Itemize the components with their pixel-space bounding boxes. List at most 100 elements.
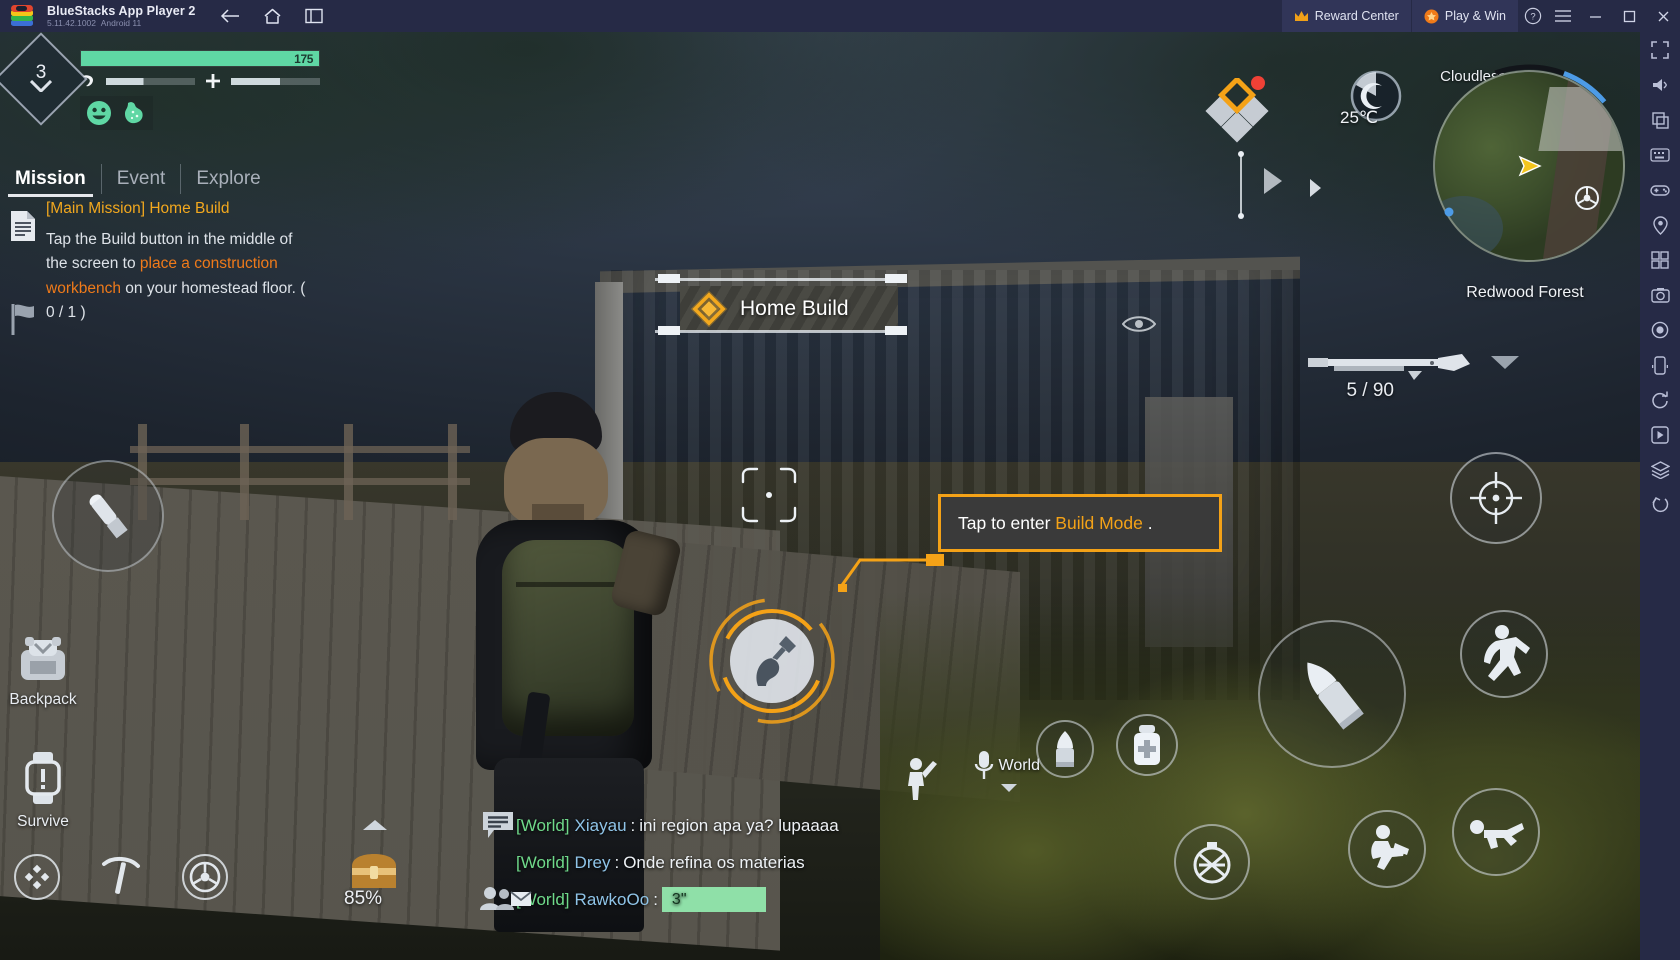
hamburger-menu-icon[interactable] bbox=[1548, 0, 1578, 32]
voice-channel-label: World bbox=[998, 757, 1041, 774]
keyboard-icon[interactable] bbox=[1646, 143, 1674, 167]
build-mode-tooltip: Tap to enter Build Mode . bbox=[938, 494, 1222, 552]
recents-button[interactable] bbox=[301, 5, 327, 27]
volume-icon[interactable] bbox=[1646, 73, 1674, 97]
android-nav-buttons bbox=[217, 5, 327, 27]
minimize-button[interactable] bbox=[1578, 0, 1612, 32]
fullscreen-icon[interactable] bbox=[1646, 38, 1674, 62]
crouch-button[interactable] bbox=[1348, 810, 1426, 888]
survive-button[interactable]: Survive bbox=[6, 750, 80, 831]
close-button[interactable] bbox=[1646, 0, 1680, 32]
emote-button[interactable] bbox=[900, 756, 940, 807]
reward-center-button[interactable]: Reward Center bbox=[1281, 0, 1411, 32]
reload-icon bbox=[89, 494, 128, 539]
game-viewport[interactable]: 3 175 Mission Event Explore [Main Missio… bbox=[0, 32, 1640, 960]
fire-button[interactable] bbox=[1258, 620, 1406, 768]
switch-weapon-button[interactable] bbox=[1174, 824, 1250, 900]
tooltip-text: Tap to enter Build Mode . bbox=[958, 513, 1153, 534]
back-button[interactable] bbox=[217, 5, 243, 27]
chat-icon[interactable] bbox=[482, 811, 514, 839]
ammo-button[interactable] bbox=[1036, 720, 1094, 778]
screenshot-icon[interactable] bbox=[1646, 283, 1674, 307]
tooltip-suffix: . bbox=[1142, 512, 1153, 533]
play-arrow-icon[interactable] bbox=[1262, 166, 1284, 201]
tab-event[interactable]: Event bbox=[100, 164, 181, 194]
level-number: 3 bbox=[35, 62, 47, 83]
crosshair-icon bbox=[741, 467, 797, 523]
dpad-icon[interactable] bbox=[14, 854, 60, 900]
backpack-label: Backpack bbox=[9, 691, 77, 708]
aim-button[interactable] bbox=[1450, 452, 1542, 544]
chat-message-row[interactable]: [World] Drey : Onde refina os materias bbox=[516, 844, 1076, 881]
hunger-icon bbox=[80, 74, 96, 88]
mission-side-icons bbox=[0, 200, 46, 336]
copy-icon[interactable] bbox=[1646, 108, 1674, 132]
grenade-icon bbox=[1193, 842, 1231, 884]
chevron-down-icon bbox=[30, 80, 52, 92]
pickaxe-icon[interactable] bbox=[94, 850, 148, 904]
voice-chat-control[interactable]: World bbox=[973, 750, 1041, 782]
android-version: Android 11 bbox=[100, 18, 142, 28]
bullet-icon bbox=[1307, 662, 1364, 730]
play-arrow-small-icon[interactable] bbox=[1308, 178, 1322, 203]
tab-explore[interactable]: Explore bbox=[180, 164, 275, 194]
expand-caret-icon[interactable] bbox=[362, 818, 388, 836]
steering-wheel-icon[interactable] bbox=[182, 854, 228, 900]
group-icon[interactable] bbox=[480, 885, 514, 911]
chat-text: ini region apa ya? lupaaaa bbox=[639, 815, 839, 835]
prone-button[interactable] bbox=[1452, 788, 1540, 876]
maximize-button[interactable] bbox=[1612, 0, 1646, 32]
multi-instance-icon[interactable] bbox=[1646, 248, 1674, 272]
medkit-button[interactable] bbox=[1116, 714, 1178, 776]
voice-caret-icon[interactable] bbox=[1000, 780, 1018, 798]
mission-text: [Main Mission] Home Build Tap the Build … bbox=[46, 200, 318, 336]
banner-cap-top-left bbox=[658, 274, 680, 283]
record-icon[interactable] bbox=[1646, 318, 1674, 342]
chat-message-row[interactable]: [World] Xiayau : ini region apa ya? lupa… bbox=[516, 807, 1076, 844]
tooltip-pointer bbox=[838, 554, 944, 592]
tab-mission[interactable]: Mission bbox=[0, 164, 101, 197]
version-number: 5.11.42.1002 bbox=[47, 18, 96, 28]
chat-username: Drey bbox=[574, 852, 611, 872]
title-bar: BlueStacks App Player 2 5.11.42.1002 And… bbox=[0, 0, 1680, 32]
chat-channel: [World] bbox=[516, 852, 570, 872]
chat-panel[interactable]: [World] Xiayau : ini region apa ya? lupa… bbox=[480, 807, 1076, 918]
chat-input[interactable]: 3" bbox=[661, 887, 766, 912]
chat-separator: : bbox=[630, 815, 636, 835]
jump-button[interactable] bbox=[1460, 610, 1548, 698]
survive-watch-icon bbox=[25, 752, 61, 804]
chat-message-row[interactable]: [World] RawkoOo : 3" bbox=[516, 881, 1076, 918]
document-icon[interactable] bbox=[9, 210, 37, 242]
shotgun-icon bbox=[1308, 354, 1470, 380]
ammo-count: 5 / 90 bbox=[1346, 380, 1394, 401]
reload-button[interactable] bbox=[52, 460, 164, 572]
rotate-icon[interactable] bbox=[1646, 388, 1674, 412]
medkit-icon bbox=[1134, 725, 1160, 765]
microphone-icon bbox=[974, 751, 993, 779]
gamepad-icon[interactable] bbox=[1646, 178, 1674, 202]
location-icon[interactable] bbox=[1646, 213, 1674, 237]
macro-icon[interactable] bbox=[1646, 423, 1674, 447]
player-backpack bbox=[502, 540, 634, 736]
build-mode-button[interactable] bbox=[708, 597, 836, 725]
home-button[interactable] bbox=[259, 5, 285, 27]
vertical-slider[interactable] bbox=[1238, 151, 1244, 219]
help-icon[interactable]: ? bbox=[1518, 0, 1548, 32]
more-options-icon[interactable] bbox=[1646, 493, 1674, 517]
weapon-expand-caret-icon[interactable] bbox=[1490, 354, 1520, 375]
mood-icon bbox=[87, 101, 111, 125]
thirst-bar bbox=[231, 77, 320, 85]
play-and-win-button[interactable]: Play & Win bbox=[1411, 0, 1518, 32]
mission-panel: Mission Event Explore [Main Mission] Hom… bbox=[0, 158, 318, 336]
banner-cap-bottom-right bbox=[885, 326, 907, 335]
flag-icon[interactable] bbox=[9, 302, 37, 336]
player-level-badge[interactable]: 3 bbox=[0, 32, 88, 126]
mission-title: [Main Mission] Home Build bbox=[46, 200, 230, 217]
stomach-icon bbox=[125, 102, 143, 124]
layers-icon[interactable] bbox=[1646, 458, 1674, 482]
shake-icon[interactable] bbox=[1646, 353, 1674, 377]
backpack-button[interactable]: Backpack bbox=[6, 634, 80, 709]
objective-banner[interactable]: Home Build bbox=[680, 286, 898, 332]
tooltip-highlight: Build Mode bbox=[1055, 512, 1143, 533]
mail-icon[interactable] bbox=[510, 891, 532, 907]
